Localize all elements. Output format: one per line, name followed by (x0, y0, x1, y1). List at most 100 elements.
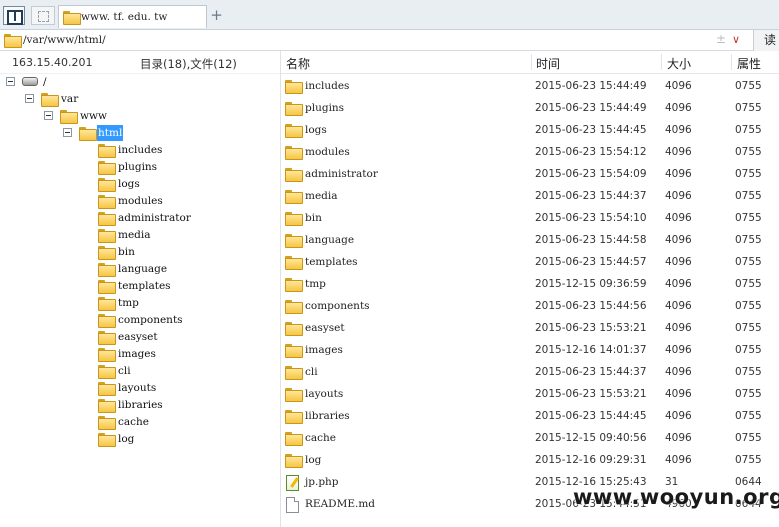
file-row[interactable]: easyset 2015-06-23 15:53:21 4096 0755 (281, 318, 779, 340)
column-name[interactable]: 名称 (286, 55, 310, 72)
host-ip: 163.15.40.201 (12, 56, 93, 69)
tree-node-administrator[interactable]: administrator (0, 210, 281, 226)
folder-icon (285, 344, 303, 358)
tree-node-root[interactable]: / (0, 74, 281, 90)
column-separator[interactable] (661, 54, 662, 70)
tree-node-templates[interactable]: templates (0, 278, 281, 294)
file-name: includes (305, 80, 350, 92)
file-row[interactable]: administrator 2015-06-23 15:54:09 4096 0755 (281, 164, 779, 186)
folder-icon (41, 93, 59, 107)
new-tab-icon[interactable] (31, 6, 55, 25)
tree-node-libraries[interactable]: libraries (0, 397, 281, 413)
file-time: 2015-06-23 15:54:12 (535, 146, 647, 158)
file-row[interactable]: language 2015-06-23 15:44:58 4096 0755 (281, 230, 779, 252)
file-row[interactable]: cache 2015-12-15 09:40:56 4096 0755 (281, 428, 779, 450)
tree-node-cli[interactable]: cli (0, 363, 281, 379)
column-attr[interactable]: 属性 (737, 55, 761, 72)
folder-icon (285, 234, 303, 248)
file-size: 4096 (665, 256, 692, 268)
file-attr: 0755 (735, 212, 762, 224)
tree-node-cache[interactable]: cache (0, 414, 281, 430)
file-row[interactable]: plugins 2015-06-23 15:44:49 4096 0755 (281, 98, 779, 120)
tree-label: modules (118, 195, 163, 207)
tree-node-images[interactable]: images (0, 346, 281, 362)
file-time: 2015-06-23 15:44:57 (535, 256, 647, 268)
tree-node-logs[interactable]: logs (0, 176, 281, 192)
file-size: 4096 (665, 300, 692, 312)
file-size: 4096 (665, 432, 692, 444)
path-input[interactable]: /var/www/html/ (23, 34, 106, 46)
toggle-pane-icon[interactable] (3, 6, 25, 25)
file-row[interactable]: libraries 2015-06-23 15:44:45 4096 0755 (281, 406, 779, 428)
file-attr: 0755 (735, 322, 762, 334)
file-size: 4096 (665, 124, 692, 136)
file-time: 2015-06-23 15:53:21 (535, 388, 647, 400)
folder-icon (60, 110, 78, 124)
tree-node-www[interactable]: www (0, 108, 281, 124)
tree-node-language[interactable]: language (0, 261, 281, 277)
column-size[interactable]: 大小 (667, 55, 691, 72)
tab-site[interactable]: www. tf. edu. tw (58, 5, 207, 28)
file-name: layouts (305, 388, 344, 400)
file-attr: 0755 (735, 366, 762, 378)
file-row[interactable]: bin 2015-06-23 15:54:10 4096 0755 (281, 208, 779, 230)
collapse-icon[interactable] (6, 77, 15, 86)
file-time: 2015-12-15 09:40:56 (535, 432, 647, 444)
file-attr: 0755 (735, 102, 762, 114)
tree-label: administrator (118, 212, 191, 224)
folder-icon (4, 34, 22, 48)
file-row[interactable]: tmp 2015-12-15 09:36:59 4096 0755 (281, 274, 779, 296)
file-row[interactable]: logs 2015-06-23 15:44:45 4096 0755 (281, 120, 779, 142)
add-tab-button[interactable]: + (209, 5, 224, 25)
file-time: 2015-06-23 15:53:21 (535, 322, 647, 334)
tree-node-components[interactable]: components (0, 312, 281, 328)
tree-label: tmp (118, 297, 139, 309)
folder-icon (98, 416, 116, 430)
file-name: log (305, 454, 322, 466)
file-attr: 0755 (735, 146, 762, 158)
tree-node-tmp[interactable]: tmp (0, 295, 281, 311)
collapse-icon[interactable] (44, 111, 53, 120)
tree-label: cache (118, 416, 149, 428)
tree-node-easyset[interactable]: easyset (0, 329, 281, 345)
drive-icon (22, 77, 38, 86)
file-row[interactable]: modules 2015-06-23 15:54:12 4096 0755 (281, 142, 779, 164)
tree-label: var (61, 93, 79, 105)
file-row[interactable]: images 2015-12-16 14:01:37 4096 0755 (281, 340, 779, 362)
tree-label: language (118, 263, 168, 275)
path-dropdown-icon[interactable]: ∨ (732, 33, 740, 46)
tree-label: log (118, 433, 135, 445)
tree-node-var[interactable]: var (0, 91, 281, 107)
file-name: modules (305, 146, 350, 158)
file-name: images (305, 344, 343, 356)
tree-node-plugins[interactable]: plugins (0, 159, 281, 175)
column-time[interactable]: 时间 (536, 55, 560, 72)
file-row[interactable]: media 2015-06-23 15:44:37 4096 0755 (281, 186, 779, 208)
read-button[interactable]: 读 (753, 30, 779, 51)
file-row[interactable]: layouts 2015-06-23 15:53:21 4096 0755 (281, 384, 779, 406)
tree-label: images (118, 348, 156, 360)
tree-node-media[interactable]: media (0, 227, 281, 243)
tab-title: www. tf. edu. tw (81, 11, 168, 23)
tree-node-log[interactable]: log (0, 431, 281, 447)
file-size: 4096 (665, 190, 692, 202)
file-row[interactable]: log 2015-12-16 09:29:31 4096 0755 (281, 450, 779, 472)
tree-node-layouts[interactable]: layouts (0, 380, 281, 396)
file-row[interactable]: templates 2015-06-23 15:44:57 4096 0755 (281, 252, 779, 274)
tree-node-bin[interactable]: bin (0, 244, 281, 260)
path-ctrl-icon[interactable]: ± (716, 32, 726, 46)
folder-icon (98, 280, 116, 294)
column-separator[interactable] (731, 54, 732, 70)
file-time: 2015-12-16 09:29:31 (535, 454, 647, 466)
file-size: 4096 (665, 234, 692, 246)
file-row[interactable]: cli 2015-06-23 15:44:37 4096 0755 (281, 362, 779, 384)
tree-node-modules[interactable]: modules (0, 193, 281, 209)
tree-node-html[interactable]: html (0, 125, 281, 141)
column-separator[interactable] (531, 54, 532, 70)
file-name: logs (305, 124, 327, 136)
file-row[interactable]: components 2015-06-23 15:44:56 4096 0755 (281, 296, 779, 318)
collapse-icon[interactable] (63, 128, 72, 137)
collapse-icon[interactable] (25, 94, 34, 103)
file-row[interactable]: includes 2015-06-23 15:44:49 4096 0755 (281, 76, 779, 98)
tree-node-includes[interactable]: includes (0, 142, 281, 158)
